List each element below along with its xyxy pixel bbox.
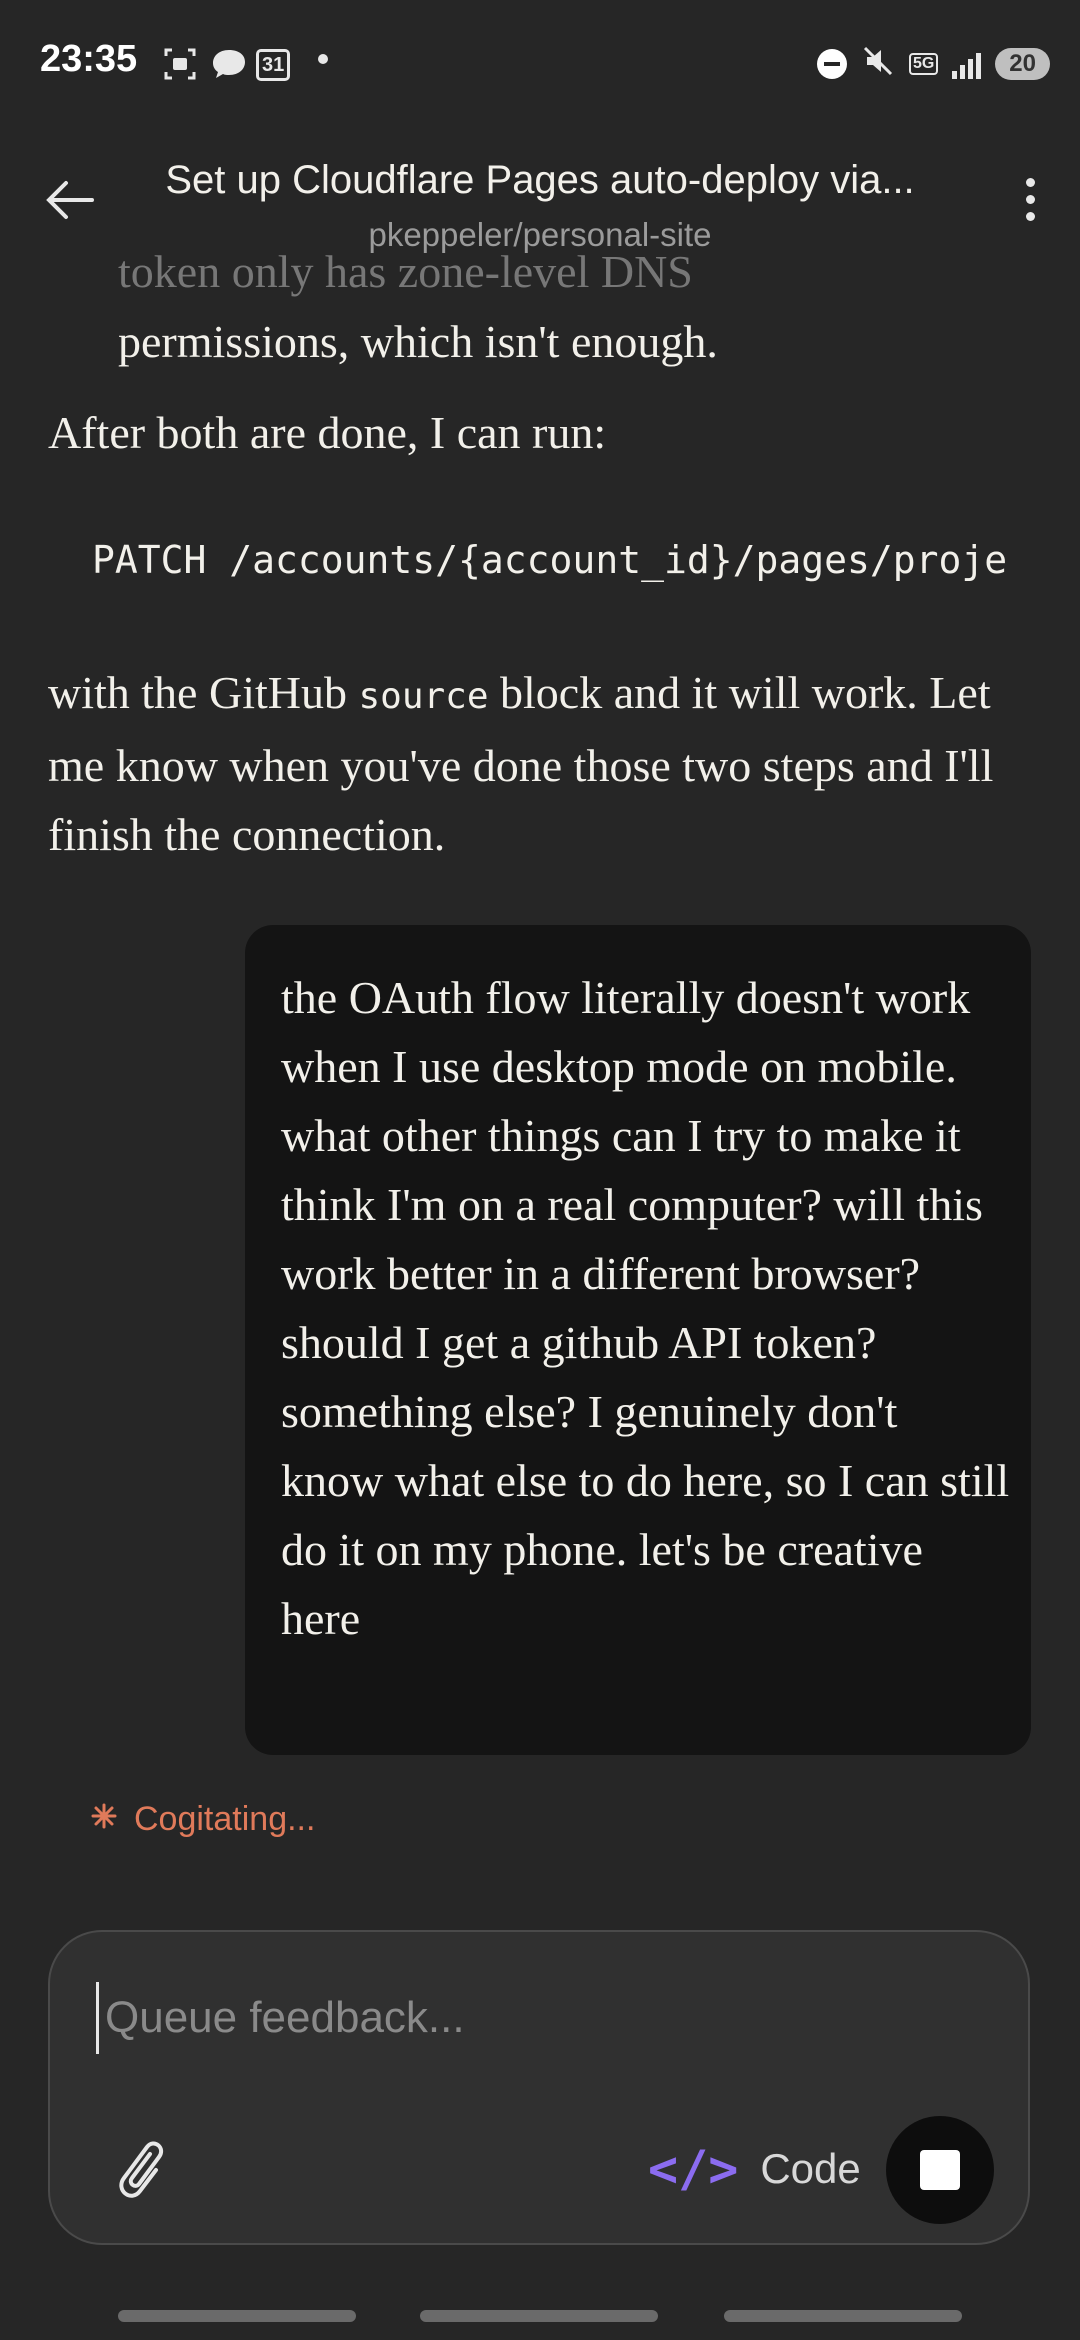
- feedback-input[interactable]: [96, 1982, 987, 2054]
- app-header: Set up Cloudflare Pages auto-deploy via.…: [0, 140, 1080, 260]
- dot: [1025, 178, 1035, 187]
- message-composer: </> Code: [48, 1930, 1030, 2245]
- mute-icon: [861, 44, 895, 83]
- inline-code: source: [358, 676, 489, 717]
- dot: [1025, 212, 1035, 221]
- notification-dot-icon: [318, 54, 328, 64]
- nav-handle-center[interactable]: [420, 2310, 658, 2322]
- back-button[interactable]: [40, 170, 100, 230]
- status-text: Cogitating...: [134, 1800, 316, 1838]
- paragraph-text: with the GitHub: [48, 667, 359, 718]
- calendar-icon: 31: [256, 44, 291, 81]
- signal-icon: [952, 49, 982, 79]
- clock: 23:35: [40, 38, 138, 80]
- arrow-left-icon: [46, 181, 94, 219]
- code-brackets-icon: </>: [648, 2140, 739, 2198]
- screenshot-icon: [162, 46, 198, 91]
- dot: [1025, 195, 1035, 204]
- nav-handle-right[interactable]: [724, 2310, 962, 2322]
- paperclip-icon: [119, 2141, 164, 2198]
- user-message-text: the OAuth flow literally doesn't work wh…: [281, 972, 1010, 1644]
- scrolled-text-line: token only has zone-level DNS: [118, 246, 693, 297]
- assistant-list-text: permissions, which isn't enough.: [118, 316, 718, 367]
- nav-handle-left[interactable]: [118, 2310, 356, 2322]
- status-icons: 5G 20: [816, 44, 1050, 83]
- battery-level: 20: [995, 47, 1050, 80]
- page-title: Set up Cloudflare Pages auto-deploy via.…: [165, 158, 915, 202]
- code-line: PATCH /accounts/{account_id}/pages/proje: [92, 538, 1008, 582]
- assistant-paragraph: After both are done, I can run:: [48, 407, 607, 458]
- do-not-disturb-icon: [816, 48, 847, 79]
- thinking-status: Cogitating...: [90, 1800, 315, 1839]
- stop-button[interactable]: [886, 2116, 994, 2224]
- asterisk-spinner-icon: [90, 1800, 118, 1839]
- more-options-button[interactable]: [1010, 178, 1050, 238]
- network-type: 5G: [908, 52, 939, 75]
- assistant-paragraph: with the GitHub source block and it will…: [48, 658, 1038, 869]
- chat-bubble-icon: [210, 46, 248, 91]
- code-block: PATCH /accounts/{account_id}/pages/proje: [0, 530, 1080, 600]
- calendar-day: 31: [256, 49, 291, 81]
- code-mode-button[interactable]: </> Code: [648, 2140, 861, 2198]
- attach-button[interactable]: [110, 2132, 170, 2202]
- status-bar: 23:35 31 5G 20: [0, 0, 1080, 130]
- user-message-bubble: the OAuth flow literally doesn't work wh…: [245, 925, 1031, 1755]
- code-label: Code: [760, 2145, 861, 2192]
